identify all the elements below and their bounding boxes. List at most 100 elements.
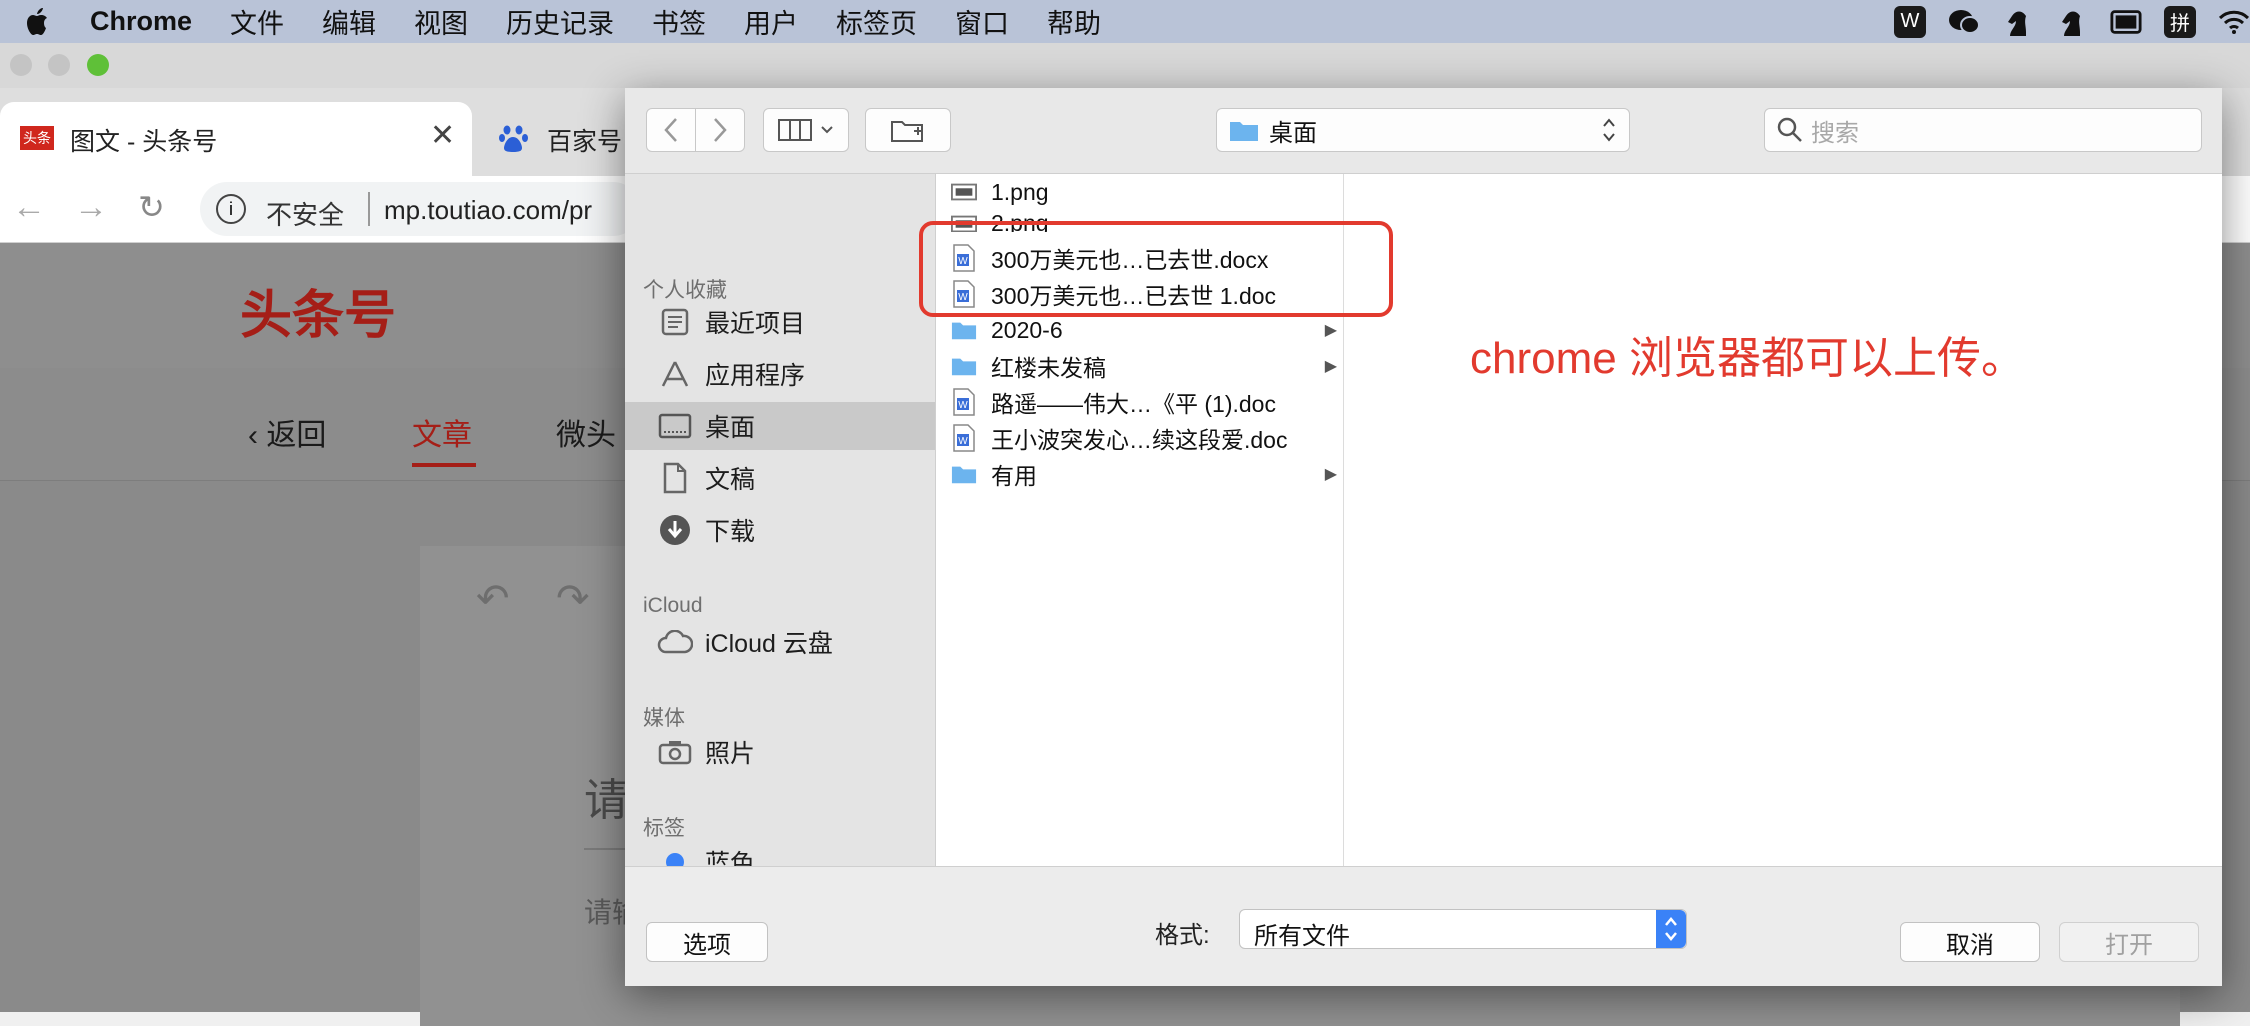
- sidebar-item-tag-blue[interactable]: 蓝色: [625, 838, 935, 866]
- reload-icon[interactable]: ↻: [138, 188, 165, 226]
- forward-button[interactable]: [695, 108, 745, 152]
- open-button[interactable]: 打开: [2059, 922, 2199, 962]
- zoom-window-button[interactable]: [87, 54, 109, 76]
- new-folder-icon: [891, 121, 923, 142]
- sidebar-item-photos[interactable]: 照片: [625, 728, 935, 776]
- file-name: 路遥——伟大…《平 (1).doc: [991, 391, 1276, 417]
- info-icon[interactable]: i: [216, 194, 246, 224]
- sidebar-item-icloud-drive[interactable]: iCloud 云盘: [625, 618, 935, 666]
- applications-icon: [657, 356, 693, 392]
- menubar: Chrome 文件 编辑 视图 历史记录 书签 用户 标签页 窗口 帮助 W 拼: [0, 0, 2250, 43]
- menu-tab[interactable]: 标签页: [836, 2, 917, 41]
- chess-knight-filled-icon[interactable]: [2056, 6, 2088, 38]
- sidebar-item-applications[interactable]: 应用程序: [625, 350, 935, 398]
- address-bar[interactable]: i 不安全 mp.toutiao.com/pr: [200, 182, 640, 236]
- folder-icon: [951, 460, 977, 488]
- new-folder-button[interactable]: [865, 108, 951, 152]
- forward-icon[interactable]: →: [74, 188, 108, 227]
- wifi-icon[interactable]: [2218, 6, 2250, 38]
- columns-view-icon: [778, 119, 812, 141]
- format-value: 所有文件: [1254, 923, 1350, 950]
- tab-toutiao[interactable]: 头条 图文 - 头条号 ✕: [0, 102, 472, 176]
- sidebar-item-label: 应用程序: [705, 362, 806, 390]
- recents-icon: [657, 304, 693, 340]
- chess-knight-icon[interactable]: [2002, 6, 2034, 38]
- tab-micro[interactable]: 微头: [556, 410, 616, 454]
- display-icon[interactable]: [2110, 6, 2142, 38]
- input-method-icon[interactable]: 拼: [2164, 5, 2196, 38]
- security-label: 不安全: [266, 200, 345, 230]
- word-doc-icon: W: [951, 388, 977, 416]
- close-tab-icon[interactable]: ✕: [430, 118, 455, 153]
- file-name: 2020-6: [991, 316, 1063, 343]
- sidebar-item-label: 文稿: [705, 466, 756, 494]
- location-popup[interactable]: 桌面: [1216, 108, 1630, 152]
- sidebar-item-label: 最近项目: [705, 310, 806, 338]
- list-item[interactable]: 有用 ▶: [936, 456, 1343, 492]
- open-file-dialog: 桌面 搜索 个人收藏 最近项目 应用程序 桌面 文稿 下载 iCloud iCl…: [625, 88, 2222, 986]
- annotation-text: chrome 浏览器都可以上传。: [1470, 334, 2025, 383]
- sidebar-item-recents[interactable]: 最近项目: [625, 298, 935, 346]
- sidebar-item-label: 下载: [705, 518, 756, 546]
- disclosure-arrow-icon: ▶: [1324, 358, 1337, 375]
- back-link[interactable]: ‹ 返回: [248, 410, 326, 454]
- menu-chrome[interactable]: Chrome: [90, 6, 192, 37]
- wechat-icon[interactable]: [1948, 6, 1980, 38]
- undo-icon[interactable]: ↶: [476, 576, 510, 622]
- list-item[interactable]: 1.png: [936, 174, 1343, 210]
- menu-history[interactable]: 历史记录: [506, 2, 614, 41]
- cloud-icon: [657, 624, 693, 660]
- image-file-icon: [951, 178, 977, 206]
- url-text[interactable]: mp.toutiao.com/pr: [384, 195, 592, 226]
- tab-article[interactable]: 文章: [412, 410, 472, 454]
- list-item[interactable]: W 王小波突发心…续这段爱.doc: [936, 420, 1343, 456]
- sidebar-item-label: 桌面: [705, 414, 756, 442]
- toutiao-favicon: 头条: [20, 126, 54, 150]
- location-label: 桌面: [1269, 119, 1317, 147]
- highlight-box: [919, 221, 1393, 317]
- dialog-toolbar: 桌面 搜索: [625, 88, 2222, 174]
- menu-file[interactable]: 文件: [230, 2, 284, 41]
- format-label: 格式:: [1155, 922, 1210, 949]
- menu-bookmarks[interactable]: 书签: [652, 2, 706, 41]
- baidu-paw-icon: [499, 125, 528, 152]
- menu-window[interactable]: 窗口: [955, 2, 1009, 41]
- folder-icon: [951, 352, 977, 380]
- cancel-button[interactable]: 取消: [1900, 922, 2040, 962]
- divider: [368, 192, 370, 226]
- close-window-button[interactable]: [10, 54, 32, 76]
- format-select[interactable]: 所有文件: [1239, 909, 1687, 950]
- chevron-down-icon: [821, 126, 833, 134]
- search-field[interactable]: 搜索: [1764, 108, 2202, 152]
- menu-edit[interactable]: 编辑: [322, 2, 376, 41]
- wps-icon[interactable]: W: [1894, 5, 1926, 38]
- updown-chevron-icon: [1603, 118, 1615, 142]
- chevron-left-icon: [664, 118, 677, 142]
- list-item[interactable]: 2020-6 ▶: [936, 312, 1343, 348]
- svg-text:W: W: [958, 400, 968, 411]
- dialog-sidebar: 个人收藏 最近项目 应用程序 桌面 文稿 下载 iCloud iCloud 云盘…: [625, 174, 936, 866]
- apple-icon[interactable]: [20, 4, 56, 40]
- search-icon: [1777, 117, 1802, 142]
- options-button[interactable]: 选项: [646, 922, 768, 962]
- tab-title: 百家号: [547, 128, 623, 156]
- redo-icon[interactable]: ↷: [556, 576, 590, 622]
- list-item[interactable]: 红楼未发稿 ▶: [936, 348, 1343, 384]
- menu-people[interactable]: 用户: [744, 2, 798, 41]
- back-button[interactable]: [646, 108, 696, 152]
- back-label: 返回: [266, 419, 327, 452]
- sidebar-item-documents[interactable]: 文稿: [625, 454, 935, 502]
- back-icon[interactable]: ←: [12, 188, 46, 227]
- file-name: 红楼未发稿: [991, 355, 1106, 381]
- sidebar-item-downloads[interactable]: 下载: [625, 506, 935, 554]
- menu-view[interactable]: 视图: [414, 2, 468, 41]
- list-item[interactable]: W 路遥——伟大…《平 (1).doc: [936, 384, 1343, 420]
- folder-icon: [1230, 122, 1258, 141]
- view-mode-button[interactable]: [763, 108, 849, 152]
- sidebar-item-desktop[interactable]: 桌面: [625, 402, 935, 450]
- title-input[interactable]: 请: [584, 764, 628, 828]
- active-tab-underline: [412, 463, 476, 467]
- minimize-window-button[interactable]: [48, 54, 70, 76]
- menu-help[interactable]: 帮助: [1047, 2, 1101, 41]
- search-placeholder: 搜索: [1811, 119, 1859, 147]
